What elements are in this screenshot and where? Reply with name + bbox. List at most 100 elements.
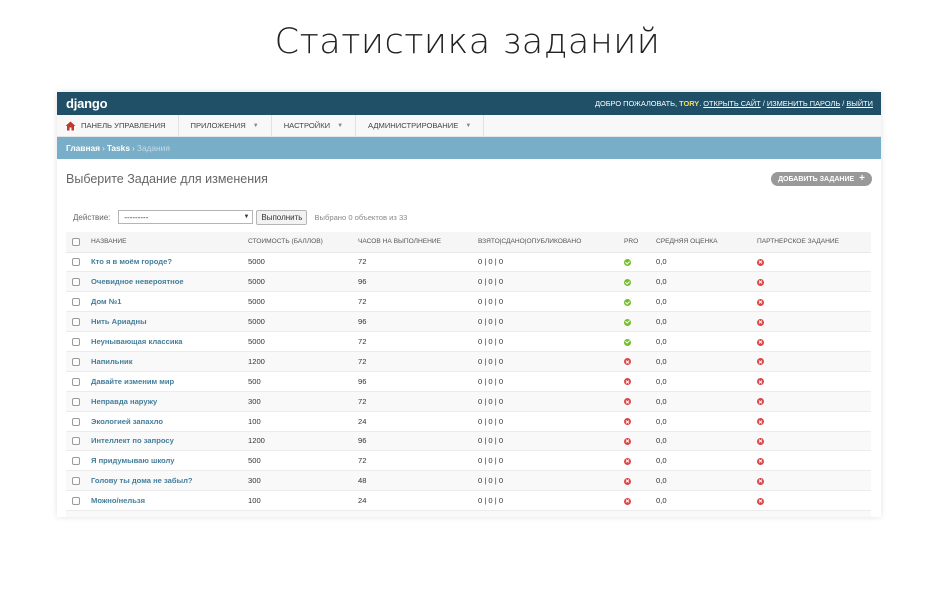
task-name-link[interactable]: Дом №1 bbox=[91, 291, 248, 313]
task-hours: 96 bbox=[358, 271, 478, 293]
row-checkbox[interactable] bbox=[72, 417, 80, 426]
nav-label: Приложения bbox=[190, 121, 246, 130]
task-name-link[interactable]: Очевидное невероятное bbox=[91, 271, 248, 293]
task-rating: 0,0 bbox=[656, 470, 757, 492]
task-cost: 5000 bbox=[248, 291, 358, 313]
task-hours: 96 bbox=[358, 431, 478, 452]
task-name-link[interactable]: Кто я в моём городе? bbox=[91, 252, 248, 273]
table-row: Нить Ариадны 5000 96 0 | 0 | 0 0,0 bbox=[66, 311, 871, 333]
logout-link[interactable]: Выйти bbox=[846, 99, 873, 108]
task-rating: 0,0 bbox=[656, 371, 757, 392]
breadcrumb-app[interactable]: Tasks bbox=[107, 143, 130, 153]
x-circle-icon bbox=[757, 318, 764, 326]
table-row: Так решили депутаты500960 | 0 | 0 0,0 bbox=[66, 510, 871, 517]
column-header-partner[interactable]: Партнерское задание bbox=[757, 232, 871, 253]
row-checkbox[interactable] bbox=[72, 278, 80, 287]
task-hours: 24 bbox=[358, 411, 478, 432]
user-tools: Добро пожаловать, TORY. Открыть сайт / И… bbox=[594, 99, 873, 108]
row-select-cell bbox=[66, 291, 91, 313]
row-checkbox[interactable] bbox=[72, 477, 80, 486]
task-rating: 0,0 bbox=[656, 391, 757, 412]
task-name-link[interactable]: Можно/нельзя bbox=[91, 490, 248, 512]
task-name-link[interactable]: Экологией запахло bbox=[91, 411, 248, 432]
row-select-cell bbox=[66, 311, 91, 333]
column-header-stats[interactable]: Взято|Сдано|Опубликовано bbox=[478, 232, 624, 253]
nav-label: Панель управления bbox=[81, 121, 166, 130]
task-partner bbox=[757, 510, 871, 517]
task-pro bbox=[624, 331, 656, 352]
select-all-checkbox[interactable] bbox=[72, 237, 80, 246]
nav-apps[interactable]: Приложения ▼ bbox=[179, 115, 272, 136]
table-row: Можно/нельзя 100 24 0 | 0 | 0 0,0 bbox=[66, 490, 871, 512]
brand-logo[interactable]: django bbox=[66, 96, 108, 111]
task-rating: 0,0 bbox=[656, 291, 757, 313]
task-partner bbox=[757, 371, 871, 392]
table-row: Неунывающая классика 5000 72 0 | 0 | 0 0,0 bbox=[66, 331, 871, 352]
nav-settings[interactable]: Настройки ▼ bbox=[272, 115, 357, 136]
task-stats: 0 | 0 | 0 bbox=[478, 331, 624, 352]
task-partner bbox=[757, 470, 871, 492]
column-header-pro[interactable]: Pro bbox=[624, 232, 656, 253]
task-pro bbox=[624, 450, 656, 472]
action-label: Действие: bbox=[73, 212, 111, 222]
breadcrumb-separator: › bbox=[102, 143, 105, 153]
task-name-link[interactable]: Неправда наружу bbox=[91, 391, 248, 412]
column-header-cost[interactable]: Стоимость (баллов) bbox=[248, 232, 358, 253]
task-partner bbox=[757, 391, 871, 412]
view-site-link[interactable]: Открыть сайт bbox=[703, 99, 760, 108]
row-checkbox[interactable] bbox=[72, 397, 80, 406]
row-checkbox[interactable] bbox=[72, 377, 80, 386]
row-checkbox[interactable] bbox=[72, 437, 80, 446]
breadcrumb-home[interactable]: Главная bbox=[66, 143, 100, 153]
nav-dashboard[interactable]: Панель управления bbox=[57, 115, 179, 136]
table-header-row: Название Стоимость (баллов) Часов на вып… bbox=[66, 232, 871, 253]
column-header-name[interactable]: Название bbox=[91, 232, 248, 253]
action-select[interactable]: --------- ▼ bbox=[118, 210, 254, 224]
task-hours: 96 bbox=[358, 311, 478, 333]
task-partner bbox=[757, 291, 871, 313]
task-pro bbox=[624, 391, 656, 412]
run-action-button[interactable]: Выполнить bbox=[256, 209, 308, 225]
task-name-link[interactable]: Голову ты дома не забыл? bbox=[91, 470, 248, 492]
welcome-text: Добро пожаловать, bbox=[594, 99, 677, 108]
row-checkbox[interactable] bbox=[72, 357, 80, 366]
row-checkbox[interactable] bbox=[72, 338, 80, 346]
task-cost: 5000 bbox=[248, 311, 358, 333]
x-circle-icon bbox=[757, 378, 764, 386]
row-checkbox[interactable] bbox=[72, 298, 80, 307]
x-circle-icon bbox=[757, 497, 764, 505]
table-row: Дом №1 5000 72 0 | 0 | 0 0,0 bbox=[66, 291, 871, 313]
task-rating: 0,0 bbox=[656, 411, 757, 432]
change-password-link[interactable]: Изменить пароль bbox=[767, 99, 840, 108]
column-header-rating[interactable]: Средняя оценка bbox=[656, 232, 757, 253]
page-title: Статистика заданий bbox=[274, 22, 661, 62]
nav-administration[interactable]: Администрирование ▼ bbox=[356, 115, 485, 136]
row-checkbox[interactable] bbox=[72, 318, 80, 327]
task-rating: 0,0 bbox=[656, 271, 757, 293]
task-name-link[interactable]: Нить Ариадны bbox=[91, 311, 248, 333]
task-name-link[interactable]: Неунывающая классика bbox=[91, 331, 248, 352]
task-hours: 48 bbox=[358, 470, 478, 492]
task-name-link[interactable]: Давайте изменим мир bbox=[91, 371, 248, 392]
x-circle-icon bbox=[624, 398, 631, 406]
task-partner bbox=[757, 450, 871, 472]
task-name-link[interactable]: Я придумываю школу bbox=[91, 450, 248, 472]
task-pro bbox=[624, 271, 656, 293]
row-select-cell bbox=[66, 450, 91, 472]
task-name-link[interactable]: Так решили депутаты bbox=[91, 510, 248, 517]
task-cost: 100 bbox=[248, 490, 358, 512]
column-header-hours[interactable]: Часов на выполнение bbox=[358, 232, 478, 253]
task-cost: 300 bbox=[248, 470, 358, 492]
task-name-link[interactable]: Напильник bbox=[91, 351, 248, 372]
row-checkbox[interactable] bbox=[72, 258, 80, 267]
row-checkbox[interactable] bbox=[72, 457, 80, 466]
add-task-button[interactable]: Добавить Задание + bbox=[771, 172, 872, 186]
content: Выберите Задание для изменения Добавить … bbox=[57, 159, 881, 517]
row-checkbox[interactable] bbox=[72, 497, 80, 506]
task-stats: 0 | 0 | 0 bbox=[478, 291, 624, 313]
task-name-link[interactable]: Интеллект по запросу bbox=[91, 431, 248, 452]
task-rating: 0,0 bbox=[656, 311, 757, 333]
row-select-cell bbox=[66, 411, 91, 432]
row-select-cell bbox=[66, 331, 91, 352]
admin-header: django Добро пожаловать, TORY. Открыть с… bbox=[57, 92, 881, 115]
